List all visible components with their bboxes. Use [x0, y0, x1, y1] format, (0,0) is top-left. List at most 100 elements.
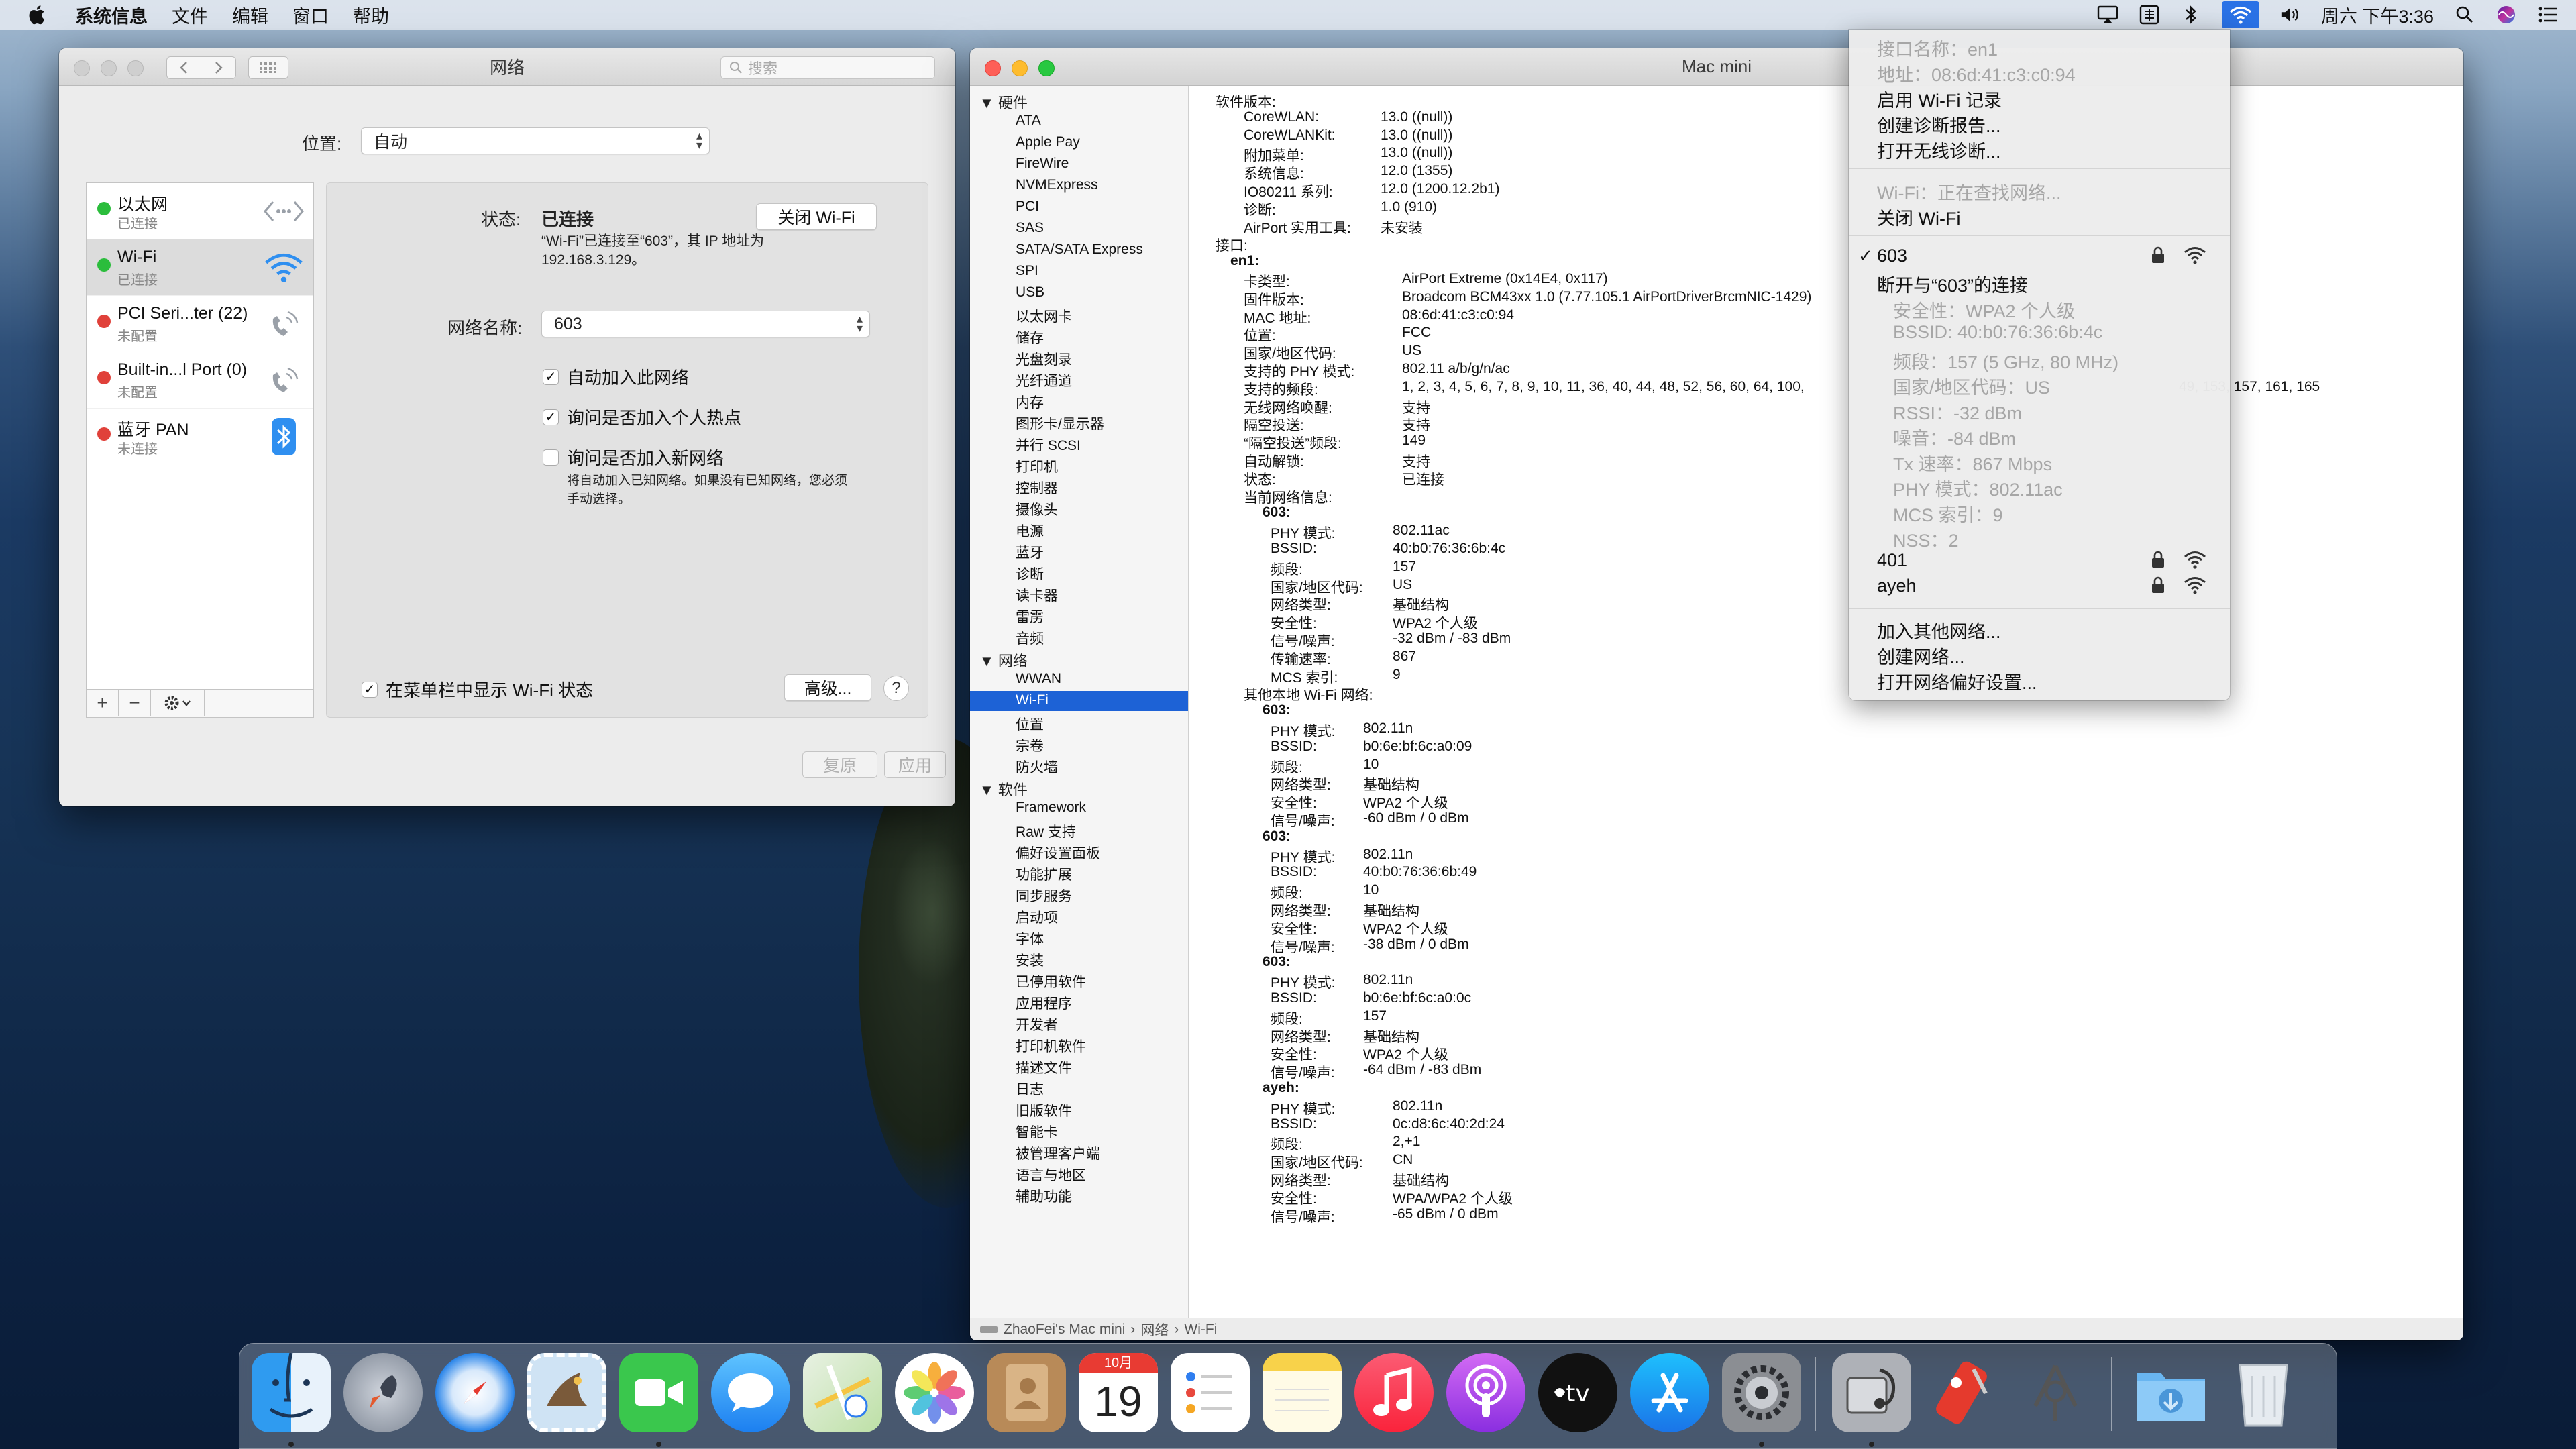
appstore-icon[interactable]: [1630, 1353, 1709, 1432]
sidebar-item[interactable]: Apple Pay: [1016, 134, 1080, 150]
sidebar-item[interactable]: 并行 SCSI: [1016, 435, 1081, 455]
sidebar-item[interactable]: 诊断: [1016, 564, 1044, 584]
menu-app-name[interactable]: 系统信息: [75, 2, 148, 28]
minimize-button[interactable]: [1012, 60, 1028, 76]
menu-file[interactable]: 文件: [172, 2, 208, 28]
ask-hotspot-checkbox[interactable]: ✓ 询问是否加入个人热点: [543, 405, 741, 429]
sidebar-item[interactable]: ATA: [1016, 113, 1041, 129]
safari-icon[interactable]: [435, 1353, 515, 1432]
finder-icon[interactable]: [252, 1353, 331, 1432]
volume-icon[interactable]: [2279, 4, 2301, 25]
back-button[interactable]: [166, 56, 201, 79]
maps-icon[interactable]: [803, 1353, 882, 1432]
sidebar-item[interactable]: 控制器: [1016, 478, 1058, 498]
menu-disconnect[interactable]: 断开与“603”的连接: [1877, 271, 2028, 297]
sidebar-item[interactable]: FireWire: [1016, 156, 1069, 172]
sidebar-item[interactable]: SAS: [1016, 220, 1044, 236]
close-button[interactable]: [985, 60, 1001, 76]
sidebar-item[interactable]: 位置: [1016, 714, 1044, 734]
path-network[interactable]: 网络: [1140, 1320, 1169, 1340]
sidebar-item[interactable]: 开发者: [1016, 1014, 1058, 1034]
menu-network-ayeh[interactable]: ayeh: [1877, 576, 1917, 596]
sidebar-item[interactable]: 光纤通道: [1016, 370, 1072, 390]
service-bluetooth-pan[interactable]: 蓝牙 PAN 未连接: [87, 409, 313, 465]
podcasts-icon[interactable]: [1446, 1353, 1525, 1432]
sidebar-item[interactable]: 辅助功能: [1016, 1186, 1072, 1206]
service-ethernet[interactable]: 以太网 已连接: [87, 183, 313, 239]
menu-window[interactable]: 窗口: [292, 2, 329, 28]
sidebar-item[interactable]: 读卡器: [1016, 585, 1058, 605]
auto-join-checkbox[interactable]: ✓ 自动加入此网络: [543, 364, 689, 389]
network-name-popup[interactable]: 603 ▴ ▾: [541, 311, 870, 337]
sidebar-item[interactable]: 字体: [1016, 928, 1044, 949]
add-service-button[interactable]: +: [87, 690, 119, 716]
minimize-button[interactable]: [101, 60, 117, 76]
sidebar-item[interactable]: 音频: [1016, 628, 1044, 648]
sidebar-item[interactable]: 偏好设置面板: [1016, 843, 1100, 863]
sidebar-item[interactable]: NVMExpress: [1016, 177, 1098, 193]
sidebar-item[interactable]: 描述文件: [1016, 1057, 1072, 1077]
launchpad-icon[interactable]: [343, 1353, 423, 1432]
sidebar-item[interactable]: 旧版软件: [1016, 1100, 1072, 1120]
sidebar-item[interactable]: 宗卷: [1016, 735, 1044, 755]
revert-button[interactable]: 复原: [802, 751, 877, 778]
sidebar-item[interactable]: PCI: [1016, 199, 1039, 215]
system-preferences-icon[interactable]: [1722, 1353, 1801, 1432]
sidebar-item[interactable]: 语言与地区: [1016, 1165, 1086, 1185]
network-utility-icon[interactable]: [2016, 1353, 2095, 1432]
contacts-icon[interactable]: [987, 1353, 1066, 1432]
zoom-button[interactable]: [1038, 60, 1055, 76]
utility-icon[interactable]: [1924, 1353, 2003, 1432]
bluetooth-status-icon[interactable]: [2180, 4, 2202, 25]
menu-create-network[interactable]: 创建网络...: [1877, 643, 1965, 669]
trash-icon[interactable]: [2224, 1353, 2303, 1432]
service-wifi[interactable]: Wi-Fi 已连接: [87, 239, 313, 296]
sidebar-item[interactable]: SATA/SATA Express: [1016, 241, 1143, 258]
menu-open-diagnostics[interactable]: 打开无线诊断...: [1877, 137, 2001, 163]
advanced-button[interactable]: 高级...: [784, 674, 871, 701]
system-information-icon[interactable]: [1832, 1353, 1911, 1432]
airplay-icon[interactable]: [2097, 4, 2118, 25]
show-all-button[interactable]: [248, 56, 288, 79]
remove-service-button[interactable]: −: [119, 690, 151, 716]
sidebar-item[interactable]: USB: [1016, 284, 1044, 301]
notes-icon[interactable]: [1263, 1353, 1342, 1432]
sidebar-section-network[interactable]: ▼ 网络: [979, 649, 1028, 671]
path-wifi[interactable]: Wi-Fi: [1184, 1322, 1217, 1338]
sidebar-item[interactable]: Framework: [1016, 800, 1086, 816]
sidebar-item[interactable]: Wi-Fi: [1016, 692, 1049, 708]
photos-icon[interactable]: [895, 1353, 974, 1432]
sidebar-item[interactable]: WWAN: [1016, 671, 1061, 687]
service-actions-button[interactable]: [151, 690, 205, 716]
sidebar-item[interactable]: 以太网卡: [1016, 306, 1072, 326]
music-icon[interactable]: [1354, 1353, 1434, 1432]
calendar-icon[interactable]: 10月 19: [1079, 1353, 1158, 1432]
menu-edit[interactable]: 编辑: [232, 2, 268, 28]
menu-clock[interactable]: 周六 下午3:36: [2321, 2, 2434, 28]
close-button[interactable]: [74, 60, 90, 76]
zoom-button[interactable]: [127, 60, 144, 76]
sidebar-item[interactable]: 雷雳: [1016, 606, 1044, 627]
sidebar-item[interactable]: 应用程序: [1016, 993, 1072, 1013]
sidebar-item[interactable]: 光盘刻录: [1016, 349, 1072, 369]
sidebar-item[interactable]: 摄像头: [1016, 499, 1058, 519]
sidebar-item[interactable]: 被管理客户端: [1016, 1143, 1100, 1163]
sidebar-item[interactable]: 功能扩展: [1016, 864, 1072, 884]
sidebar-item[interactable]: 防火墙: [1016, 757, 1058, 777]
siri-icon[interactable]: [2496, 4, 2517, 25]
service-pci-serial[interactable]: PCI Seri...ter (22) 未配置: [87, 296, 313, 352]
help-button[interactable]: ?: [883, 676, 909, 701]
input-method-icon[interactable]: [2139, 4, 2160, 25]
sidebar-item[interactable]: 打印机软件: [1016, 1036, 1086, 1056]
sidebar-item[interactable]: 日志: [1016, 1079, 1044, 1099]
sidebar-section-software[interactable]: ▼ 软件: [979, 778, 1028, 800]
menu-enable-logging[interactable]: 启用 Wi-Fi 记录: [1877, 86, 2002, 112]
sidebar-item[interactable]: Raw 支持: [1016, 821, 1076, 841]
menu-network-401[interactable]: 401: [1877, 550, 1907, 571]
sidebar-section-hardware[interactable]: ▼ 硬件: [979, 91, 1028, 113]
sidebar-item[interactable]: 智能卡: [1016, 1122, 1058, 1142]
downloads-icon[interactable]: [2131, 1353, 2210, 1432]
apple-menu-icon[interactable]: [28, 4, 48, 25]
mail-icon[interactable]: [527, 1353, 606, 1432]
menu-join-other[interactable]: 加入其他网络...: [1877, 617, 2001, 643]
